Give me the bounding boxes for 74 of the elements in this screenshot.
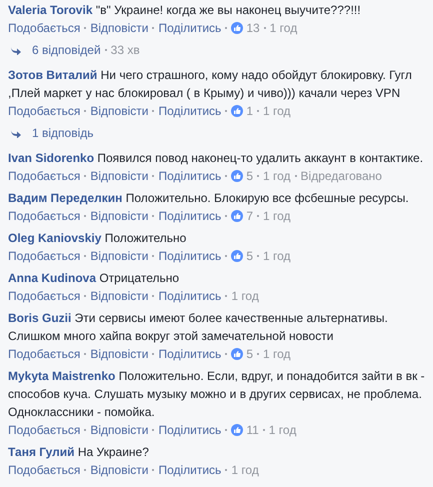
action-link[interactable]: Поділитись: [158, 102, 222, 120]
action-link[interactable]: Поділитись: [158, 167, 222, 185]
comment-text: Таня Гулий На Украине?: [8, 444, 150, 461]
author-link[interactable]: Ivan Sidorenko: [8, 151, 94, 165]
like-count: 13: [246, 20, 260, 37]
like-count: 5: [246, 248, 253, 265]
timestamp: 1 год: [231, 288, 259, 305]
comment-text: Вадим Переделкин Положительно. Блокирую все фсбешные ресурсы.: [8, 190, 410, 207]
comment-text: Зотов Виталий Ни чего страшного, кому надо обойдут блокировку. Гугл ,Плей маркет у нас блокировал ( в Крыму) и чиво))) качали через VPN: [8, 67, 413, 102]
like-icon: [231, 210, 244, 222]
timestamp: 1 год: [231, 462, 259, 479]
timestamp: 1 год: [263, 168, 291, 185]
action-link[interactable]: Подобається: [8, 247, 80, 265]
like-icon: [231, 170, 244, 182]
timestamp: 1 год: [263, 248, 291, 265]
edited-label: Відредаговано: [300, 168, 382, 185]
author-link[interactable]: Anna Kudinova: [8, 271, 96, 285]
replies-link[interactable]: 1 відповідь: [32, 124, 94, 142]
author-link[interactable]: Oleg Kaniovskiy: [8, 231, 102, 245]
action-link[interactable]: Відповісти: [90, 247, 148, 265]
timestamp: 1 год: [263, 346, 291, 363]
action-link[interactable]: Відповісти: [90, 167, 148, 185]
author-link[interactable]: Boris Guzii: [8, 311, 72, 325]
action-link[interactable]: Подобається: [8, 207, 80, 225]
action-link[interactable]: Відповісти: [90, 19, 148, 37]
comment-text: Mykyta Maistrenko Положительно. Если, вдруг, и понадобится зайти в вк - способов куча. Слушать музыку можно и в других сервисах, не проблема. Одноклассники - помойка.: [8, 368, 426, 421]
action-link[interactable]: Подобається: [8, 167, 80, 185]
action-link[interactable]: Подобається: [8, 421, 80, 439]
action-link[interactable]: Подобається: [8, 19, 80, 37]
action-link[interactable]: Поділитись: [158, 247, 222, 265]
action-link[interactable]: Відповісти: [90, 461, 148, 479]
timestamp: 1 год: [268, 422, 296, 439]
action-link[interactable]: Відповісти: [90, 287, 148, 305]
timestamp: 1 год: [263, 208, 291, 225]
author-link[interactable]: Mykyta Maistrenko: [8, 369, 116, 383]
like-icon: [231, 348, 244, 360]
action-link[interactable]: Поділитись: [158, 345, 222, 363]
replies-link[interactable]: 6 відповідей: [32, 41, 101, 59]
like-icon: [231, 105, 244, 117]
action-link[interactable]: Відповісти: [90, 207, 148, 225]
like-icon: [231, 424, 244, 436]
action-link[interactable]: Подобається: [8, 287, 80, 305]
action-link[interactable]: Подобається: [8, 345, 80, 363]
like-count: 5: [246, 346, 253, 363]
action-link[interactable]: Поділитись: [158, 421, 222, 439]
action-link[interactable]: Поділитись: [158, 287, 222, 305]
action-link[interactable]: Відповісти: [90, 345, 148, 363]
like-count: 1: [246, 103, 253, 120]
like-count: 11: [246, 422, 259, 439]
timestamp: 33 хв: [110, 42, 140, 59]
reply-arrow-icon: [10, 45, 22, 55]
comment-text: Anna Kudinova Отрицательно: [8, 270, 180, 287]
like-count: 5: [246, 168, 253, 185]
comment-text: Oleg Kaniovskiy Положительно: [8, 230, 188, 247]
like-count: 7: [246, 208, 253, 225]
comment-text: Ivan Sidorenko Появился повод наконец-то удалить аккаунт в контактике.: [8, 150, 424, 167]
comment-text: Boris Guzii Эти сервисы имеют более качественные альтернативы. Слишком много хайпа вокруг этой замечательной новости: [8, 310, 389, 345]
action-link[interactable]: Поділитись: [158, 19, 222, 37]
action-link[interactable]: Відповісти: [90, 421, 148, 439]
action-link[interactable]: Подобається: [8, 102, 80, 120]
like-icon: [231, 22, 244, 34]
action-link[interactable]: Поділитись: [158, 461, 222, 479]
like-icon: [231, 250, 244, 262]
author-link[interactable]: Таня Гулий: [8, 445, 75, 459]
action-link[interactable]: Відповісти: [90, 102, 148, 120]
author-link[interactable]: Valeria Torovik: [8, 3, 92, 17]
action-link[interactable]: Подобається: [8, 461, 80, 479]
timestamp: 1 год: [270, 20, 298, 37]
timestamp: 1 год: [263, 103, 291, 120]
comment-text: Valeria Torovik "в" Украине! когда же вы наконец выучите???!!!: [8, 2, 362, 19]
author-link[interactable]: Зотов Виталий: [8, 68, 98, 82]
reply-arrow-icon: [10, 128, 22, 138]
action-link[interactable]: Поділитись: [158, 207, 222, 225]
author-link[interactable]: Вадим Переделкин: [8, 191, 122, 205]
